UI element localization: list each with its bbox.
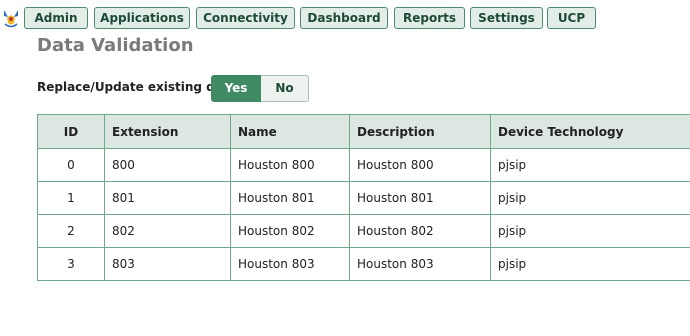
nav-dashboard[interactable]: Dashboard [300, 7, 388, 29]
table-row: 1 801 Houston 801 Houston 801 pjsip [37, 181, 690, 215]
cell-description: Houston 803 [349, 247, 491, 281]
cell-description: Houston 801 [349, 181, 491, 215]
column-header-name[interactable]: Name [230, 114, 350, 149]
cell-id: 3 [37, 247, 105, 281]
table-header-row: ID Extension Name Description Device Tec… [37, 114, 690, 149]
column-header-device-technology[interactable]: Device Technology [490, 114, 690, 149]
cell-device-technology: pjsip [490, 181, 690, 215]
cell-id: 0 [37, 148, 105, 182]
cell-name: Houston 801 [230, 181, 350, 215]
column-header-description[interactable]: Description [349, 114, 491, 149]
nav-settings[interactable]: Settings [470, 7, 543, 29]
nav-admin[interactable]: Admin [24, 7, 88, 29]
column-header-extension[interactable]: Extension [104, 114, 231, 149]
cell-name: Houston 802 [230, 214, 350, 248]
page-title: Data Validation [37, 35, 194, 56]
column-header-id[interactable]: ID [37, 114, 105, 149]
replace-no-option[interactable]: No [261, 75, 309, 102]
cell-description: Houston 802 [349, 214, 491, 248]
cell-id: 1 [37, 181, 105, 215]
cell-device-technology: pjsip [490, 214, 690, 248]
cell-name: Houston 800 [230, 148, 350, 182]
cell-extension: 803 [104, 247, 231, 281]
replace-data-toggle: Yes No [211, 75, 309, 102]
freepbx-logo-icon[interactable] [2, 8, 20, 28]
cell-device-technology: pjsip [490, 247, 690, 281]
replace-data-label: Replace/Update existing data [37, 80, 237, 94]
table-row: 0 800 Houston 800 Houston 800 pjsip [37, 148, 690, 182]
replace-yes-option[interactable]: Yes [211, 75, 261, 102]
table-row: 2 802 Houston 802 Houston 802 pjsip [37, 214, 690, 248]
nav-ucp[interactable]: UCP [547, 7, 596, 29]
cell-device-technology: pjsip [490, 148, 690, 182]
cell-description: Houston 800 [349, 148, 491, 182]
cell-name: Houston 803 [230, 247, 350, 281]
cell-extension: 801 [104, 181, 231, 215]
nav-applications[interactable]: Applications [94, 7, 190, 29]
cell-id: 2 [37, 214, 105, 248]
nav-reports[interactable]: Reports [394, 7, 465, 29]
cell-extension: 802 [104, 214, 231, 248]
cell-extension: 800 [104, 148, 231, 182]
nav-connectivity[interactable]: Connectivity [196, 7, 295, 29]
validation-table: ID Extension Name Description Device Tec… [37, 114, 690, 281]
validation-table-wrapper: ID Extension Name Description Device Tec… [37, 114, 690, 282]
table-row: 3 803 Houston 803 Houston 803 pjsip [37, 247, 690, 281]
